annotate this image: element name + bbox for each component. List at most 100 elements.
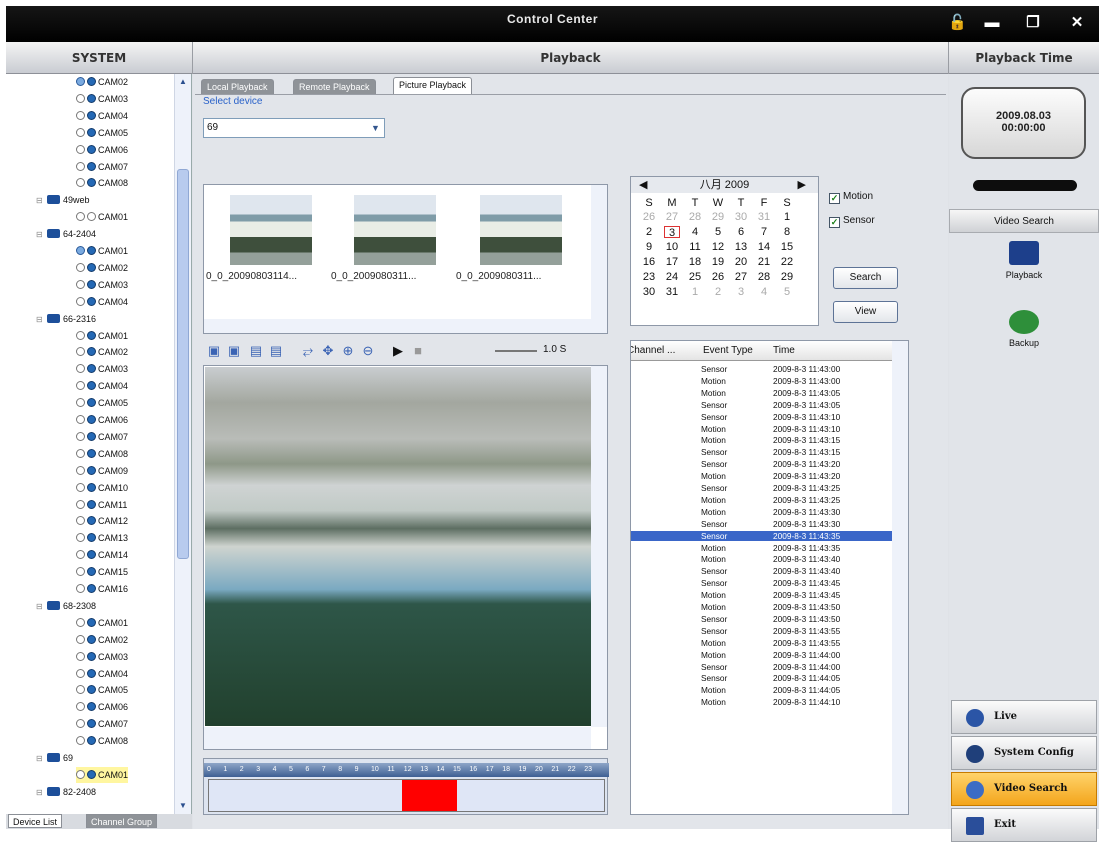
calendar-day[interactable]: 18 bbox=[687, 256, 703, 268]
calendar-day[interactable]: 10 bbox=[664, 241, 680, 253]
calendar-day[interactable]: 5 bbox=[779, 286, 795, 298]
timeline-track[interactable] bbox=[208, 779, 605, 812]
calendar-day[interactable]: 2 bbox=[710, 286, 726, 298]
motion-checkbox[interactable]: ✓ Motion bbox=[829, 191, 873, 204]
event-row[interactable]: Motion 2009-8-3 11:43:30 bbox=[631, 507, 893, 517]
scroll-thumb[interactable] bbox=[177, 169, 189, 559]
backup-icon[interactable] bbox=[1009, 310, 1039, 334]
tree-channel[interactable]: CAM11 bbox=[76, 497, 127, 513]
tree-channel[interactable]: CAM05 bbox=[76, 682, 128, 698]
tree-device[interactable]: ⊟ 82-2408 bbox=[36, 784, 96, 800]
tree-channel[interactable]: CAM10 bbox=[76, 480, 128, 496]
event-row[interactable]: Sensor 2009-8-3 11:43:00 bbox=[631, 364, 893, 374]
tree-channel[interactable]: CAM09 bbox=[76, 463, 128, 479]
event-row[interactable]: Sensor 2009-8-3 11:43:45 bbox=[631, 578, 893, 588]
event-row[interactable]: Motion 2009-8-3 11:43:10 bbox=[631, 424, 893, 434]
tree-channel[interactable]: CAM01 bbox=[76, 615, 128, 631]
calendar-day[interactable]: 22 bbox=[779, 256, 795, 268]
tree-channel[interactable]: CAM02 bbox=[76, 74, 128, 90]
viewer-horizontal-scrollbar[interactable] bbox=[204, 727, 591, 749]
calendar-day[interactable]: 26 bbox=[710, 271, 726, 283]
speed-slider[interactable] bbox=[495, 350, 537, 352]
tree-channel[interactable]: CAM04 bbox=[76, 294, 128, 310]
live-button[interactable]: Live bbox=[951, 700, 1097, 734]
calendar-day[interactable]: 6 bbox=[733, 226, 749, 238]
tab-local-playback[interactable]: Local Playback bbox=[201, 79, 274, 95]
calendar-day[interactable]: 21 bbox=[756, 256, 772, 268]
next-month-icon[interactable]: ▶ bbox=[798, 177, 806, 193]
sensor-checkbox[interactable]: ✓ Sensor bbox=[829, 215, 875, 228]
timeline[interactable]: 0 1 2 3 4 5 6 7 8 9 10 11 12 13 14 15 16 17 18 19 20 21 22 23 bbox=[203, 758, 609, 815]
tree-channel[interactable]: CAM16 bbox=[76, 581, 128, 597]
tree-scrollbar[interactable]: ▲ ▼ bbox=[174, 74, 191, 814]
calendar-day[interactable]: 24 bbox=[664, 271, 680, 283]
calendar-day[interactable]: 14 bbox=[756, 241, 772, 253]
view-button[interactable]: View bbox=[833, 301, 898, 323]
expand-icon[interactable]: ⊟ bbox=[36, 751, 47, 767]
event-row[interactable]: Motion 2009-8-3 11:43:25 bbox=[631, 495, 893, 505]
event-row[interactable]: Motion 2009-8-3 11:44:10 bbox=[631, 697, 893, 707]
calendar-day[interactable]: 31 bbox=[664, 286, 680, 298]
calendar-day[interactable]: 30 bbox=[641, 286, 657, 298]
device-select[interactable]: 69 ▼ bbox=[203, 118, 385, 138]
minimize-icon[interactable]: ▬ bbox=[983, 14, 1001, 32]
event-scrollbar[interactable] bbox=[892, 341, 908, 814]
event-row[interactable]: Motion 2009-8-3 11:43:15 bbox=[631, 435, 893, 445]
calendar-day[interactable]: 1 bbox=[779, 211, 795, 223]
tree-channel[interactable]: CAM06 bbox=[76, 412, 128, 428]
checkbox-icon[interactable]: ✓ bbox=[829, 193, 840, 204]
event-row[interactable]: Sensor 2009-8-3 11:43:20 bbox=[631, 459, 893, 469]
calendar-day[interactable]: 29 bbox=[710, 211, 726, 223]
play-icon[interactable]: ▶ bbox=[391, 344, 405, 358]
tree-channel[interactable]: CAM06 bbox=[76, 142, 128, 158]
calendar-day[interactable]: 26 bbox=[641, 211, 657, 223]
column-event-type[interactable]: Event Type bbox=[703, 341, 753, 361]
tree-channel[interactable]: CAM01 bbox=[76, 328, 128, 344]
event-row[interactable]: Sensor 2009-8-3 11:43:30 bbox=[631, 519, 893, 529]
tab-picture-playback[interactable]: Picture Playback bbox=[393, 77, 473, 95]
open-folder-icon[interactable]: ▣ bbox=[227, 344, 241, 358]
move-icon[interactable]: ✥ bbox=[321, 344, 335, 358]
event-row[interactable]: Sensor 2009-8-3 11:43:10 bbox=[631, 412, 893, 422]
chevron-down-icon[interactable]: ▼ bbox=[369, 121, 382, 135]
device-tree[interactable]: CAM02 CAM03 CAM04 CAM05 CAM06 CAM07 CAM08 ⊟ 49we… bbox=[6, 74, 174, 814]
system-config-button[interactable]: System Config bbox=[951, 736, 1097, 770]
calendar-day[interactable]: 27 bbox=[664, 211, 680, 223]
event-row[interactable]: Motion 2009-8-3 11:43:35 bbox=[631, 543, 893, 553]
tree-channel[interactable]: CAM01 bbox=[76, 209, 128, 225]
event-row[interactable]: Sensor 2009-8-3 11:43:35 bbox=[631, 530, 893, 541]
lock-icon[interactable]: 🔓 bbox=[948, 14, 967, 32]
calendar-day[interactable]: 2 bbox=[641, 226, 657, 238]
tree-channel[interactable]: CAM03 bbox=[76, 277, 128, 293]
expand-icon[interactable]: ⊟ bbox=[36, 785, 47, 801]
tree-channel[interactable]: CAM05 bbox=[76, 395, 128, 411]
tree-channel[interactable]: CAM05 bbox=[76, 125, 128, 141]
picture-filename[interactable]: 0_0_2009080311... bbox=[456, 271, 586, 282]
event-row[interactable]: Motion 2009-8-3 11:43:45 bbox=[631, 590, 893, 600]
event-row[interactable]: Sensor 2009-8-3 11:44:05 bbox=[631, 673, 893, 683]
calendar-day[interactable]: 19 bbox=[710, 256, 726, 268]
tree-device[interactable]: ⊟ 68-2308 bbox=[36, 598, 96, 614]
calendar-day[interactable]: 3 bbox=[664, 226, 680, 239]
expand-icon[interactable]: ⊟ bbox=[36, 312, 47, 328]
event-row[interactable]: Sensor 2009-8-3 11:43:40 bbox=[631, 566, 893, 576]
tree-channel[interactable]: CAM04 bbox=[76, 666, 128, 682]
tree-channel[interactable]: CAM01 bbox=[76, 243, 128, 259]
calendar-day[interactable]: 27 bbox=[733, 271, 749, 283]
search-button[interactable]: Search bbox=[833, 267, 898, 289]
event-row[interactable]: Motion 2009-8-3 11:43:50 bbox=[631, 602, 893, 612]
calendar-day[interactable]: 13 bbox=[733, 241, 749, 253]
checkbox-icon[interactable]: ✓ bbox=[829, 217, 840, 228]
tab-remote-playback[interactable]: Remote Playback bbox=[293, 79, 376, 95]
calendar-day[interactable]: 20 bbox=[733, 256, 749, 268]
event-row[interactable]: Motion 2009-8-3 11:44:00 bbox=[631, 650, 893, 660]
expand-icon[interactable]: ⊟ bbox=[36, 227, 47, 243]
restore-icon[interactable]: ❐ bbox=[1024, 14, 1042, 32]
tree-channel[interactable]: CAM07 bbox=[76, 716, 128, 732]
calendar-day[interactable]: 25 bbox=[687, 271, 703, 283]
open-icon[interactable]: ▣ bbox=[207, 344, 221, 358]
calendar-day[interactable]: 4 bbox=[687, 226, 703, 238]
expand-icon[interactable]: ⊟ bbox=[36, 193, 47, 209]
playback-label[interactable]: Playback bbox=[984, 270, 1064, 280]
calendar-day[interactable]: 28 bbox=[687, 211, 703, 223]
